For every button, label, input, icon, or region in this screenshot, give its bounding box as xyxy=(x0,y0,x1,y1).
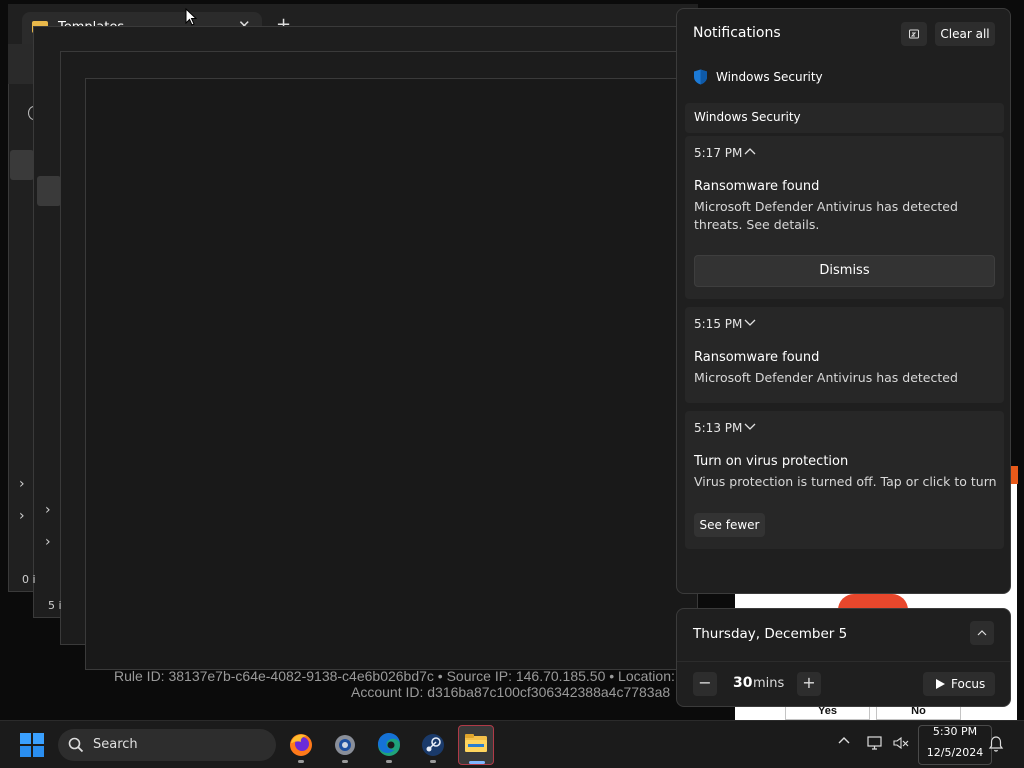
volume-muted-icon[interactable] xyxy=(892,735,910,751)
calendar-panel: Thursday, December 5 − 30 mins + Focus xyxy=(676,608,1011,707)
snooze-icon xyxy=(909,29,919,39)
clock-time: 5:30 PM xyxy=(932,726,978,736)
edge-glyph xyxy=(377,732,400,756)
chevron-right-icon[interactable]: › xyxy=(19,508,25,524)
notification-group-header[interactable]: Windows Security xyxy=(685,103,1004,133)
notification-card[interactable]: 5:17 PM Ransomware found Microsoft Defen… xyxy=(685,136,1004,299)
settings-icon[interactable] xyxy=(327,727,363,763)
calendar-collapse-button[interactable] xyxy=(970,621,994,645)
notification-card[interactable]: 5:15 PM Ransomware found Microsoft Defen… xyxy=(685,307,1004,403)
status-item-count: 0 i xyxy=(22,573,36,586)
chevron-right-icon[interactable]: › xyxy=(45,534,51,550)
chevron-down-icon[interactable] xyxy=(743,420,757,432)
chevron-up-icon xyxy=(977,630,987,636)
status-item-count-2: 5 i xyxy=(48,599,62,612)
search-label: Search xyxy=(93,737,138,752)
focus-increment-button[interactable]: + xyxy=(797,672,821,696)
mouse-cursor-icon xyxy=(185,8,197,26)
running-indicator xyxy=(430,760,436,763)
focus-start-button[interactable]: Focus xyxy=(923,672,995,696)
steam-icon[interactable] xyxy=(415,727,451,763)
gear-glyph xyxy=(335,735,355,755)
dismiss-button[interactable]: Dismiss xyxy=(694,255,995,287)
notification-time: 5:17 PM xyxy=(694,146,743,160)
firefox-icon[interactable] xyxy=(283,727,319,763)
notification-bell-icon[interactable] xyxy=(988,735,1004,753)
focus-label: Focus xyxy=(951,677,986,691)
chevron-right-icon[interactable]: › xyxy=(19,476,25,492)
group-label: Windows Security xyxy=(694,110,801,124)
steam-glyph xyxy=(422,734,444,756)
running-indicator xyxy=(298,760,304,763)
notification-time: 5:15 PM xyxy=(694,317,743,331)
folder-glyph xyxy=(465,734,487,752)
explorer-sidebar-selection-2 xyxy=(37,176,61,206)
do-not-disturb-button[interactable] xyxy=(901,22,927,46)
explorer-sidebar-selection xyxy=(10,150,34,180)
account-id-text: Account ID: d316ba87c100cf306342388a4c77… xyxy=(351,684,671,700)
running-indicator xyxy=(342,760,348,763)
notification-time: 5:13 PM xyxy=(694,421,743,435)
notifications-title: Notifications xyxy=(693,25,781,41)
calendar-date: Thursday, December 5 xyxy=(693,626,848,642)
notification-body: Microsoft Defender Antivirus has detecte… xyxy=(694,199,958,232)
clear-all-button[interactable]: Clear all xyxy=(935,22,995,46)
play-icon xyxy=(936,679,945,689)
display-icon[interactable] xyxy=(866,735,884,751)
windows-start-icon[interactable] xyxy=(20,733,44,757)
rule-id-text: Rule ID: 38137e7b-c64e-4082-9138-c4e6b02… xyxy=(114,668,676,684)
taskbar-search[interactable]: Search xyxy=(58,729,276,761)
focus-decrement-button[interactable]: − xyxy=(693,672,717,696)
focus-unit: mins xyxy=(753,676,785,691)
chevron-right-icon[interactable]: › xyxy=(45,502,51,518)
notification-body: Microsoft Defender Antivirus has detecte… xyxy=(694,370,958,385)
app-name-label: Windows Security xyxy=(716,70,823,84)
explorer-toolbar-strip xyxy=(8,44,36,84)
clock-date: 12/5/2024 xyxy=(926,746,984,759)
calendar-divider xyxy=(677,661,1010,662)
firefox-glyph xyxy=(290,734,312,756)
notification-card[interactable]: 5:13 PM Turn on virus protection Virus p… xyxy=(685,411,1004,549)
notification-center: Notifications Clear all Windows Security… xyxy=(676,8,1011,594)
taskbar-clock[interactable]: 5:30 PM 12/5/2024 xyxy=(918,725,992,765)
explorer-window-front xyxy=(85,78,698,670)
running-indicator xyxy=(469,761,485,764)
search-icon xyxy=(68,737,84,753)
notification-title: Turn on virus protection xyxy=(694,454,849,469)
focus-minutes: 30 xyxy=(733,675,753,691)
taskbar: Search 5:30 PM 12/5/2024 xyxy=(0,720,1024,768)
notification-title: Ransomware found xyxy=(694,179,820,194)
chevron-up-icon[interactable] xyxy=(836,733,852,749)
running-indicator xyxy=(386,760,392,763)
chevron-down-icon[interactable] xyxy=(743,316,757,328)
file-explorer-icon[interactable] xyxy=(458,725,494,765)
notification-body: Virus protection is turned off. Tap or c… xyxy=(694,474,997,489)
chevron-up-icon[interactable] xyxy=(743,145,757,157)
notification-title: Ransomware found xyxy=(694,350,820,365)
shield-icon xyxy=(694,69,707,85)
edge-icon[interactable] xyxy=(371,727,407,763)
see-fewer-button[interactable]: See fewer xyxy=(694,513,765,537)
